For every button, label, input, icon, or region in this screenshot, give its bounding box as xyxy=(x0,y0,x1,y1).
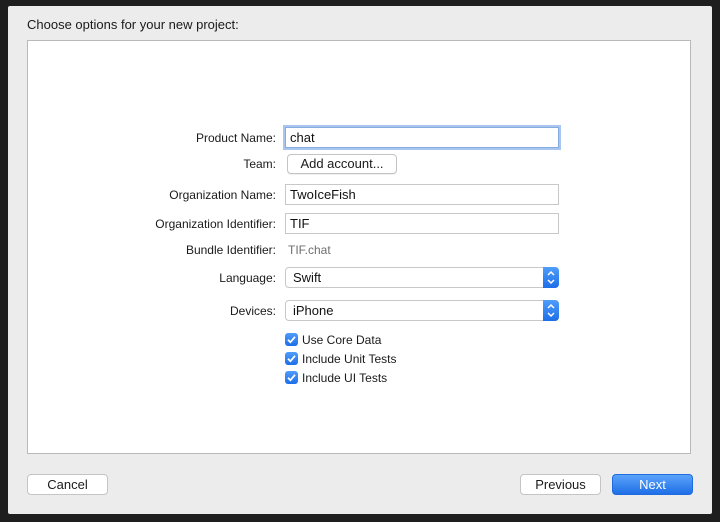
bundle-identifier-label: Bundle Identifier: xyxy=(185,243,276,257)
product-name-label: Product Name: xyxy=(195,131,276,145)
previous-button[interactable]: Previous xyxy=(520,474,601,495)
checkbox-label: Include UI Tests xyxy=(302,371,388,385)
language-popup[interactable]: Swift xyxy=(285,267,559,288)
next-button[interactable]: Next xyxy=(612,474,693,495)
organization-identifier-field[interactable]: TIF xyxy=(285,213,559,234)
organization-name-label: Organization Name: xyxy=(169,188,276,202)
organization-name-field[interactable]: TwoIceFish xyxy=(285,184,559,205)
product-name-field[interactable]: chat xyxy=(285,127,559,148)
checkmark-icon xyxy=(285,371,298,384)
checkmark-icon xyxy=(285,352,298,365)
checkbox-label: Include Unit Tests xyxy=(302,352,397,366)
up-down-chevron-icon xyxy=(543,267,559,288)
team-label: Team: xyxy=(243,157,276,171)
add-account-button[interactable]: Add account... xyxy=(287,154,397,174)
dialog-heading: Choose options for your new project: xyxy=(27,17,239,32)
cancel-button[interactable]: Cancel xyxy=(27,474,108,495)
language-label: Language: xyxy=(219,271,276,285)
checkmark-icon xyxy=(285,333,298,346)
options-panel: Product Name: chat Team: Add account... … xyxy=(27,40,691,454)
checkbox-label: Use Core Data xyxy=(302,333,382,347)
up-down-chevron-icon xyxy=(543,300,559,321)
devices-label: Devices: xyxy=(229,304,276,318)
devices-selected: iPhone xyxy=(293,303,334,318)
bundle-identifier-value: TIF.chat xyxy=(288,243,331,257)
new-project-dialog: Choose options for your new project: Pro… xyxy=(8,6,712,514)
language-selected: Swift xyxy=(293,270,322,285)
devices-popup[interactable]: iPhone xyxy=(285,300,559,321)
organization-identifier-label: Organization Identifier: xyxy=(155,217,276,231)
